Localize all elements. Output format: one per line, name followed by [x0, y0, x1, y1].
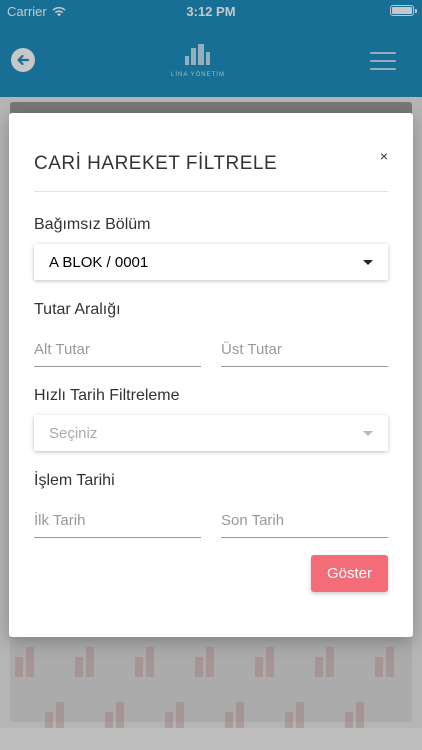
unit-label: Bağımsız Bölüm: [34, 216, 151, 233]
min-amount-placeholder: Alt Tutar: [34, 341, 90, 358]
amount-range-label: Tutar Aralığı: [34, 301, 121, 318]
min-amount-input[interactable]: Alt Tutar: [34, 331, 201, 367]
max-amount-placeholder: Üst Tutar: [221, 341, 282, 358]
quick-date-label: Hızlı Tarih Filtreleme: [34, 387, 180, 404]
show-button[interactable]: Göster: [311, 555, 388, 592]
end-date-placeholder: Son Tarih: [221, 512, 285, 529]
modal-title: CARİ HAREKET FİLTRELE: [34, 153, 278, 174]
unit-select-value: A BLOK / 0001: [49, 254, 149, 271]
divider: [34, 191, 388, 192]
start-date-input[interactable]: İlk Tarih: [34, 502, 201, 538]
start-date-placeholder: İlk Tarih: [34, 512, 86, 529]
transaction-date-label: İşlem Tarihi: [34, 472, 115, 489]
end-date-input[interactable]: Son Tarih: [221, 502, 388, 538]
caret-down-icon: [363, 260, 373, 265]
filter-modal: CARİ HAREKET FİLTRELE × Bağımsız Bölüm A…: [9, 113, 413, 637]
unit-select[interactable]: A BLOK / 0001: [34, 244, 388, 280]
caret-down-icon: [363, 431, 373, 436]
quick-date-placeholder: Seçiniz: [49, 425, 98, 442]
close-button[interactable]: ×: [380, 148, 388, 164]
quick-date-select[interactable]: Seçiniz: [34, 415, 388, 451]
max-amount-input[interactable]: Üst Tutar: [221, 331, 388, 367]
bottom-bar: [0, 728, 422, 750]
